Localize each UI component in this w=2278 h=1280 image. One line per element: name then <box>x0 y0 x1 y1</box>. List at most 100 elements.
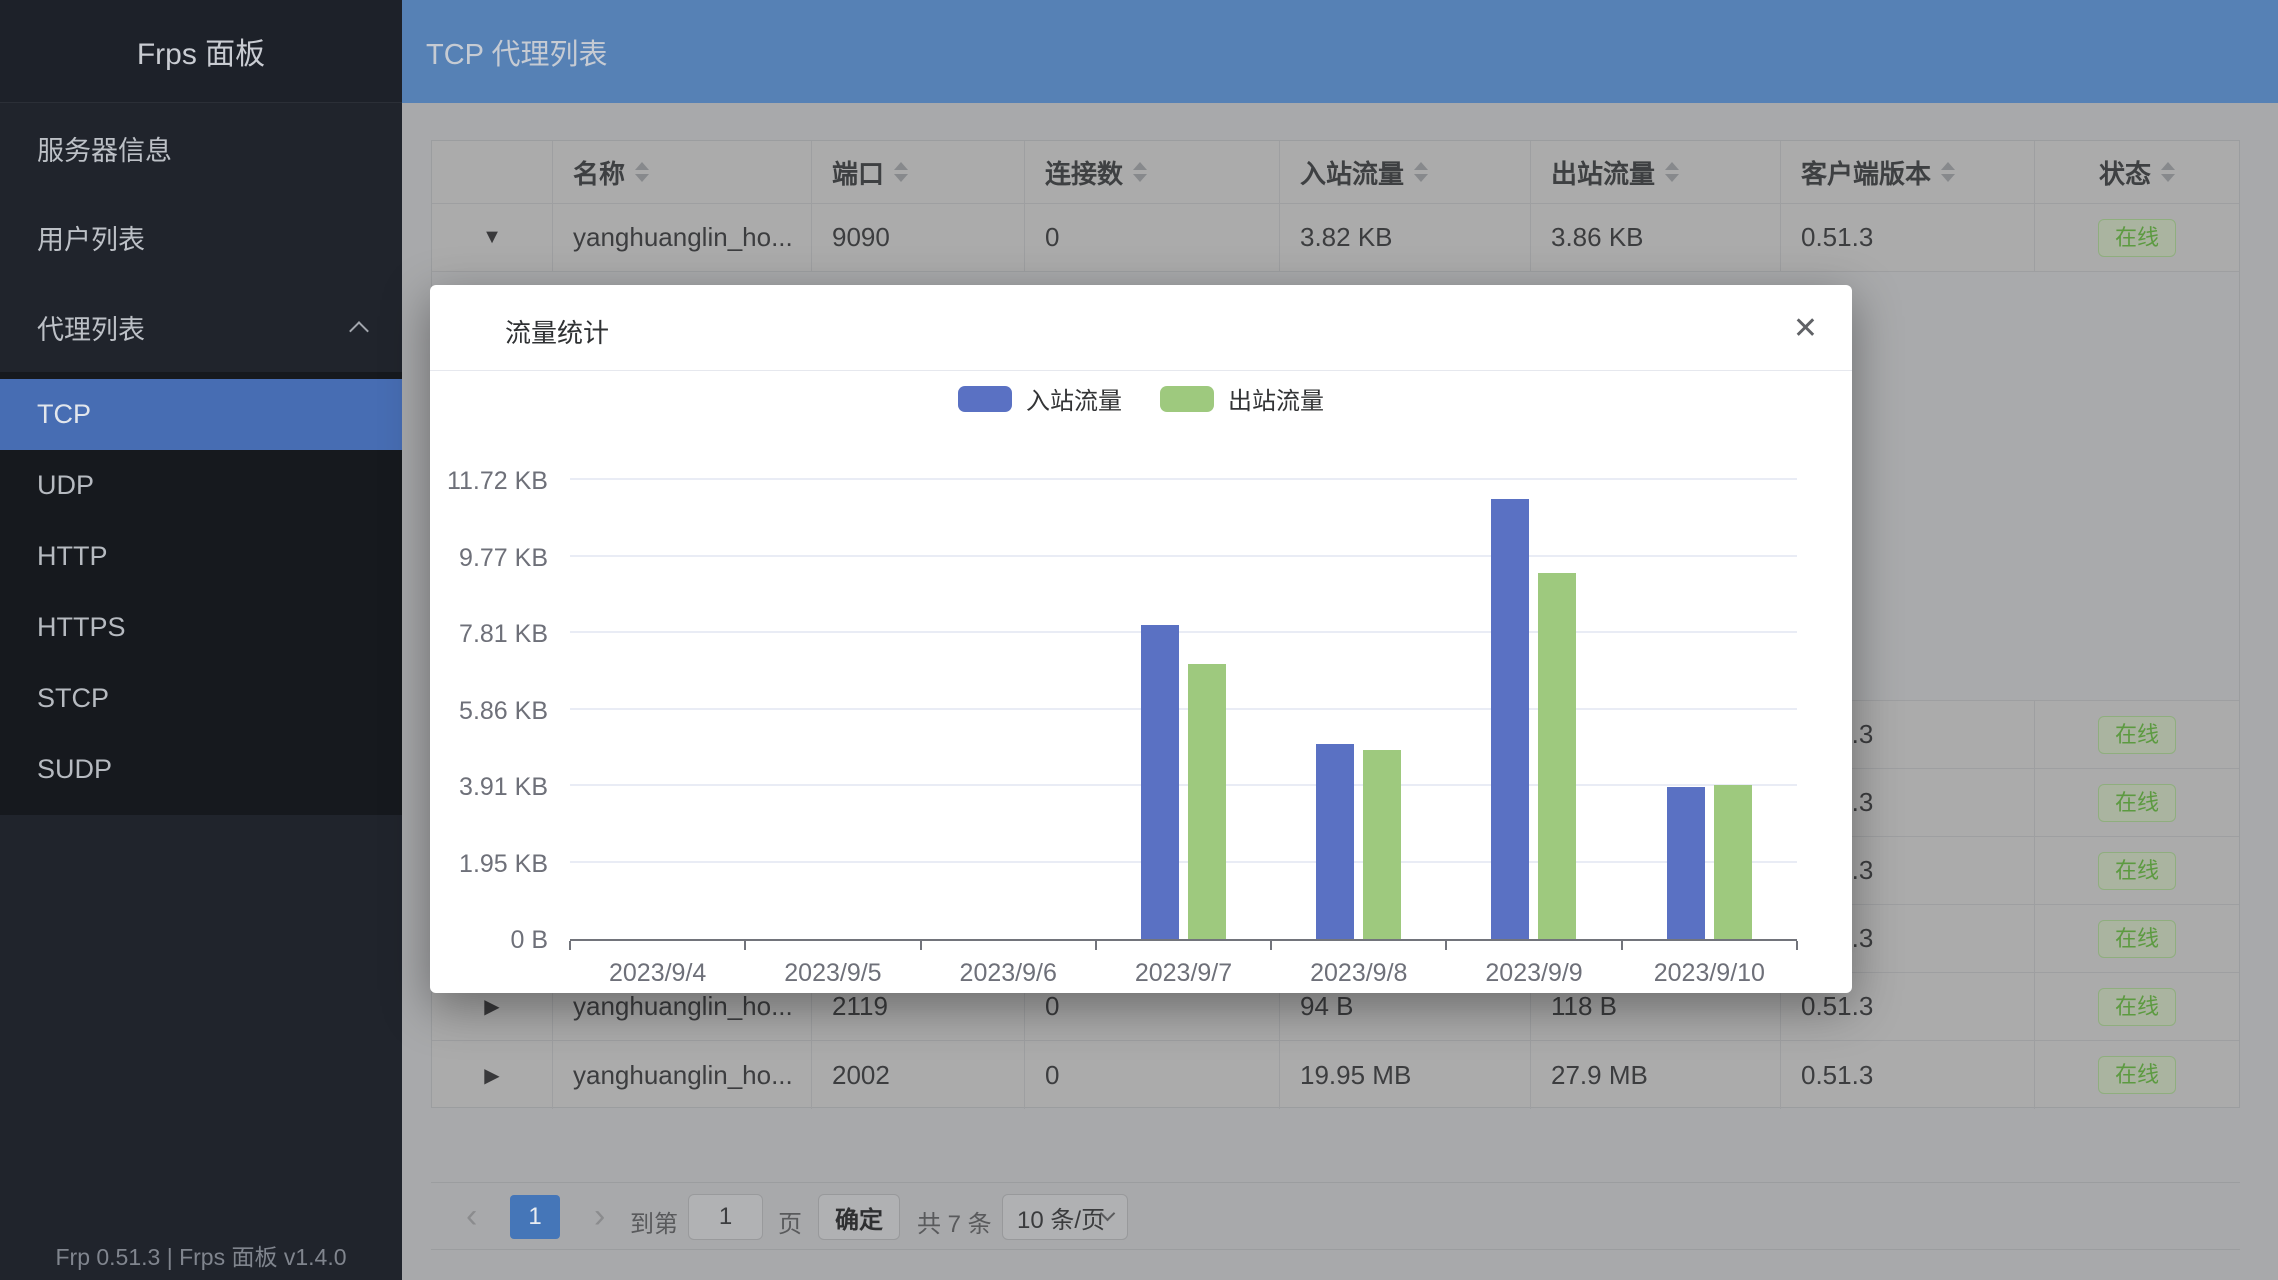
submenu-label: HTTPS <box>37 612 126 643</box>
bar-入站流量-2023/9/9 <box>1491 499 1529 939</box>
submenu-item-stcp[interactable]: STCP <box>0 663 402 734</box>
page-1-button[interactable]: 1 <box>510 1195 560 1239</box>
dialog-title: 流量统计 <box>505 313 609 350</box>
sort-icon[interactable] <box>894 162 908 182</box>
proxy-connections: 0 <box>1025 204 1280 271</box>
app-title: Frps 面板 <box>137 29 265 73</box>
app-root: Frps 面板 服务器信息 用户列表 代理列表 TCP UDP HTTP HTT… <box>0 0 2278 1280</box>
x-axis-tick <box>744 941 746 950</box>
column-header-traffic-out[interactable]: 出站流量 <box>1531 141 1781 203</box>
y-tick-label: 5.86 KB <box>430 697 548 726</box>
gridline <box>570 708 1797 710</box>
submenu-label: HTTP <box>37 541 108 572</box>
sort-icon[interactable] <box>2161 162 2175 182</box>
column-header-name[interactable]: 名称 <box>553 141 812 203</box>
proxy-connections: 0 <box>1025 1041 1280 1109</box>
legend-item-traffic-out[interactable]: 出站流量 <box>1160 381 1324 416</box>
column-header-traffic-in[interactable]: 入站流量 <box>1280 141 1531 203</box>
submenu-item-http[interactable]: HTTP <box>0 521 402 592</box>
y-tick-label: 11.72 KB <box>430 467 548 496</box>
x-axis-tick <box>1095 941 1097 950</box>
expand-row-icon[interactable]: ▶ <box>484 1063 499 1088</box>
column-label: 端口 <box>832 154 884 191</box>
version-footer: Frp 0.51.3 | Frps 面板 v1.4.0 <box>0 1238 402 1272</box>
goto-page-label: 到第 <box>630 1204 678 1239</box>
chart-legend: 入站流量 出站流量 <box>430 381 1852 416</box>
submenu-item-https[interactable]: HTTPS <box>0 592 402 663</box>
proxy-name: yanghuanglin_ho... <box>553 1041 812 1109</box>
status-badge: 在线 <box>2098 716 2176 754</box>
sidebar-item-proxy-list[interactable]: 代理列表 <box>0 282 402 372</box>
sidebar-item-server-info[interactable]: 服务器信息 <box>0 103 402 193</box>
traffic-stats-dialog: 流量统计 ✕ 入站流量 出站流量 0 B1.95 KB3.91 KB5.86 K… <box>430 285 1852 993</box>
traffic-in: 19.95 MB <box>1280 1041 1531 1109</box>
sidebar-item-label: 代理列表 <box>37 308 145 347</box>
table-row[interactable]: ▶ yanghuanglin_ho... 2002 0 19.95 MB 27.… <box>432 1041 2239 1109</box>
submenu-label: SUDP <box>37 754 112 785</box>
legend-item-traffic-in[interactable]: 入站流量 <box>958 381 1122 416</box>
column-label: 入站流量 <box>1300 154 1404 191</box>
gridline <box>570 555 1797 557</box>
x-tick-label: 2023/9/4 <box>609 959 706 988</box>
traffic-out: 3.86 KB <box>1531 204 1781 271</box>
page-header: TCP 代理列表 <box>402 0 2278 103</box>
y-tick-label: 7.81 KB <box>430 620 548 649</box>
sort-icon[interactable] <box>1665 162 1679 182</box>
collapse-row-icon[interactable]: ▼ <box>482 226 502 249</box>
submenu-item-tcp[interactable]: TCP <box>0 379 402 450</box>
proxy-port: 2002 <box>812 1041 1025 1109</box>
table-row[interactable]: ▼ yanghuanglin_ho... 9090 0 3.82 KB 3.86… <box>432 204 2239 272</box>
close-icon[interactable]: ✕ <box>1793 311 1818 346</box>
y-tick-label: 3.91 KB <box>430 773 548 802</box>
sidebar-item-label: 用户列表 <box>37 218 145 257</box>
y-tick-label: 9.77 KB <box>430 544 548 573</box>
status-badge: 在线 <box>2098 1056 2176 1094</box>
confirm-button[interactable]: 确定 <box>818 1194 900 1240</box>
bar-入站流量-2023/9/7 <box>1141 625 1179 939</box>
proxy-name: yanghuanglin_ho... <box>553 204 812 271</box>
column-label: 出站流量 <box>1551 154 1655 191</box>
column-header-status[interactable]: 状态 <box>2035 141 2239 203</box>
prev-page-button[interactable]: ‹ <box>466 1197 477 1236</box>
x-tick-label: 2023/9/6 <box>960 959 1057 988</box>
x-axis-tick <box>1621 941 1623 950</box>
y-tick-label: 1.95 KB <box>430 850 548 879</box>
page-size-value: 10 条/页 <box>1017 1200 1105 1235</box>
page-title: TCP 代理列表 <box>426 31 608 73</box>
gridline <box>570 861 1797 863</box>
sidebar-item-label: 服务器信息 <box>37 129 172 168</box>
column-header-client-version[interactable]: 客户端版本 <box>1781 141 2035 203</box>
sort-icon[interactable] <box>1941 162 1955 182</box>
x-tick-label: 2023/9/5 <box>784 959 881 988</box>
page-size-select[interactable]: 10 条/页 <box>1002 1194 1128 1240</box>
expand-row-icon[interactable]: ▶ <box>484 994 499 1019</box>
sort-icon[interactable] <box>1414 162 1428 182</box>
bar-入站流量-2023/9/10 <box>1667 787 1705 939</box>
column-label: 客户端版本 <box>1801 154 1931 191</box>
submenu-item-udp[interactable]: UDP <box>0 450 402 521</box>
column-label: 连接数 <box>1045 154 1123 191</box>
submenu-label: TCP <box>37 399 91 430</box>
bar-入站流量-2023/9/8 <box>1316 744 1354 939</box>
client-version: 0.51.3 <box>1781 1041 2035 1109</box>
bar-出站流量-2023/9/10 <box>1714 785 1752 939</box>
expand-column-header <box>432 141 553 203</box>
sort-icon[interactable] <box>1133 162 1147 182</box>
sort-icon[interactable] <box>635 162 649 182</box>
legend-label: 出站流量 <box>1228 381 1324 416</box>
column-header-port[interactable]: 端口 <box>812 141 1025 203</box>
column-header-connections[interactable]: 连接数 <box>1025 141 1280 203</box>
x-tick-label: 2023/9/9 <box>1485 959 1582 988</box>
x-tick-label: 2023/9/8 <box>1310 959 1407 988</box>
legend-label: 入站流量 <box>1026 381 1122 416</box>
bar-出站流量-2023/9/9 <box>1538 573 1576 939</box>
submenu-item-sudp[interactable]: SUDP <box>0 734 402 805</box>
x-axis-tick <box>1796 941 1798 950</box>
goto-page-input[interactable] <box>688 1194 763 1240</box>
submenu-label: UDP <box>37 470 94 501</box>
dialog-header-divider <box>430 370 1852 371</box>
page-unit-label: 页 <box>778 1204 802 1239</box>
submenu-label: STCP <box>37 683 109 714</box>
sidebar-item-user-list[interactable]: 用户列表 <box>0 192 402 282</box>
next-page-button[interactable]: › <box>594 1197 605 1236</box>
